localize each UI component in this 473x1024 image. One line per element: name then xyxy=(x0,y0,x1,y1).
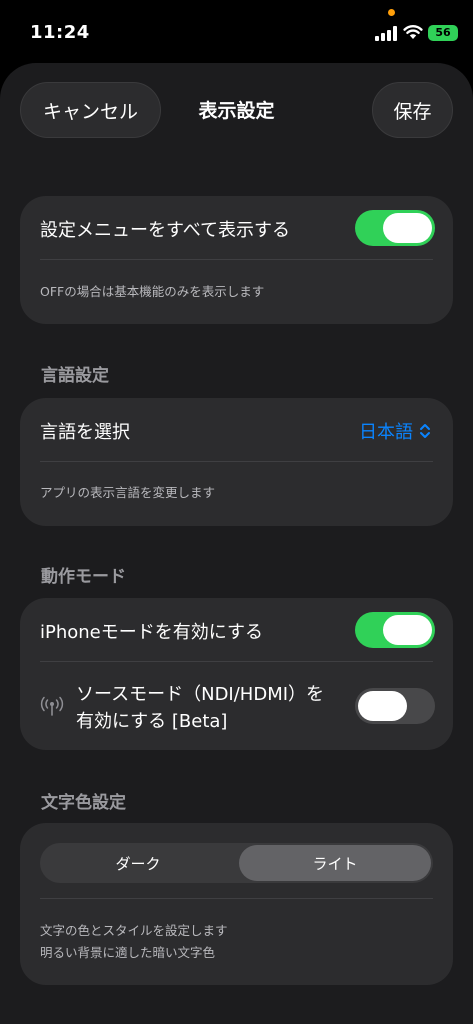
language-card: 言語を選択 日本語 アプリの表示言語を変更します xyxy=(20,398,453,526)
divider xyxy=(40,259,433,260)
text-color-description-line2: 明るい背景に適した暗い文字色 xyxy=(40,945,216,960)
status-time: 11:24 xyxy=(30,22,90,43)
cellular-signal-icon xyxy=(375,26,397,41)
source-mode-label-line1: ソースモード（NDI/HDMI）を xyxy=(76,684,325,705)
show-all-toggle[interactable] xyxy=(355,210,435,246)
segment-dark[interactable]: ダーク xyxy=(42,845,234,881)
wifi-icon xyxy=(403,25,423,39)
source-mode-label-line2: 有効にする [Beta] xyxy=(76,711,228,732)
battery-charging-icon: 56 xyxy=(428,25,458,41)
show-all-card: 設定メニューをすべて表示する OFFの場合は基本機能のみを表示します xyxy=(20,196,453,324)
show-all-label: 設定メニューをすべて表示する xyxy=(40,220,291,241)
language-section-title: 言語設定 xyxy=(41,366,109,386)
iphone-mode-toggle[interactable] xyxy=(355,612,435,648)
source-mode-toggle[interactable] xyxy=(355,688,435,724)
language-label: 言語を選択 xyxy=(40,422,130,443)
chevron-up-down-icon xyxy=(420,424,430,438)
source-mode-label: ソースモード（NDI/HDMI）を 有効にする [Beta] xyxy=(76,681,324,735)
toggle-knob xyxy=(383,213,432,243)
text-color-description-line1: 文字の色とスタイルを設定します xyxy=(40,923,228,938)
segment-light[interactable]: ライト xyxy=(239,845,431,881)
mode-section-title: 動作モード xyxy=(41,567,126,587)
text-color-section-title: 文字色設定 xyxy=(41,793,126,813)
antenna-broadcast-icon xyxy=(40,696,64,716)
mode-card: iPhoneモードを有効にする ソースモード（NDI/HDMI）を 有効にする … xyxy=(20,598,453,750)
divider xyxy=(40,661,433,662)
toggle-knob xyxy=(383,615,432,645)
save-button[interactable]: 保存 xyxy=(372,82,453,138)
divider xyxy=(40,461,433,462)
language-value: 日本語 xyxy=(359,422,413,443)
iphone-mode-label: iPhoneモードを有効にする xyxy=(40,622,263,643)
toggle-knob xyxy=(358,691,407,721)
text-color-segmented-control: ダーク ライト xyxy=(40,843,433,883)
text-color-description: 文字の色とスタイルを設定します 明るい背景に適した暗い文字色 xyxy=(40,920,228,964)
divider xyxy=(40,898,433,899)
show-all-description: OFFの場合は基本機能のみを表示します xyxy=(40,284,265,299)
privacy-indicator-dot xyxy=(388,9,395,16)
language-picker[interactable]: 日本語 xyxy=(359,418,431,444)
battery-level: 56 xyxy=(435,26,451,39)
status-bar: 11:24 56 xyxy=(0,0,473,66)
language-description: アプリの表示言語を変更します xyxy=(40,485,216,500)
text-color-card: ダーク ライト 文字の色とスタイルを設定します 明るい背景に適した暗い文字色 xyxy=(20,823,453,985)
